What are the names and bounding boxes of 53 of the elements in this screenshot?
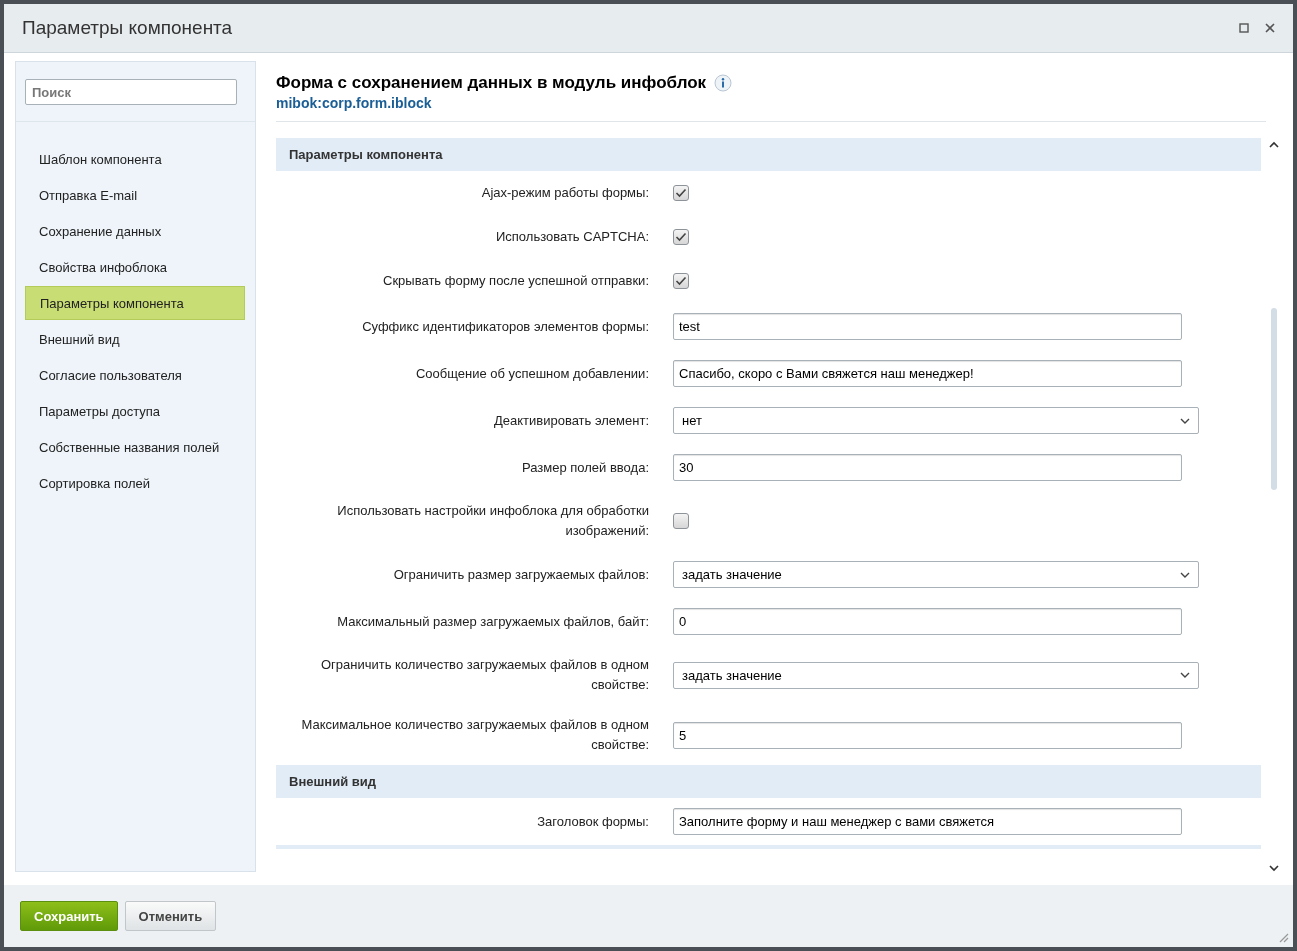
text-field[interactable]: Спасибо, скоро с Вами свяжется наш менеджер! (673, 360, 1182, 387)
sidebar-item[interactable]: Параметры компонента (25, 286, 245, 320)
checkbox[interactable] (673, 513, 689, 529)
sidebar-item[interactable]: Свойства инфоблока (25, 250, 245, 284)
text-field[interactable]: test (673, 313, 1182, 340)
component-title: Форма с сохранением данных в модуль инфоблок (276, 73, 707, 93)
field-label: Размер полей ввода: (521, 458, 649, 477)
field-label: Деактивировать элемент: (492, 411, 649, 430)
sidebar-item[interactable]: Сортировка полей (25, 466, 245, 500)
sidebar-item[interactable]: Собственные названия полей (25, 430, 245, 464)
sidebar-item[interactable]: Шаблон компонента (25, 142, 245, 176)
checkbox[interactable] (673, 185, 689, 201)
section-header: Параметры компонента (276, 138, 1261, 171)
field-label: Ограничить количество загружаемых файлов в одном свойстве: (319, 656, 649, 694)
text-field[interactable]: 5 (673, 721, 1182, 749)
chevron-down-icon (1180, 571, 1190, 578)
field-label: Ограничить размер загружаемых файлов: (392, 565, 649, 584)
dropdown[interactable]: задать значение (673, 661, 1199, 689)
field-label: Заголовок формы: (536, 812, 649, 831)
close-icon[interactable] (1265, 23, 1275, 33)
search-field[interactable]: Поиск (25, 79, 237, 105)
checkbox[interactable] (673, 273, 689, 289)
field-label: Максимальный размер загружаемых файлов, байт: (336, 612, 649, 631)
scroll-down-icon[interactable] (1269, 865, 1279, 872)
field-label: Использовать CAPTCHA: (495, 228, 649, 246)
maximize-icon[interactable] (1239, 23, 1249, 33)
field-label: Скрывать форму после успешной отправки: (382, 272, 649, 290)
field-label: Максимальное количество загружаемых файлов в одном свойстве: (300, 716, 649, 754)
dropdown[interactable]: нет (673, 407, 1199, 434)
text-field[interactable]: Заполните форму и наш менеджер с вами свяжется (673, 808, 1182, 835)
field-label: Суффикс идентификаторов элементов формы: (361, 317, 649, 336)
section-header: Внешний вид (276, 765, 1261, 798)
text-field[interactable]: 30 (673, 454, 1182, 481)
field-label: Сообщение об успешном добавлении: (414, 364, 649, 383)
sidebar-item[interactable]: Согласие пользователя (25, 358, 245, 392)
scrollbar-thumb[interactable] (1271, 308, 1277, 490)
checkbox[interactable] (673, 229, 689, 245)
scroll-up-icon[interactable] (1269, 141, 1279, 148)
field-label: Использовать настройки инфоблока для обработки изображений: (336, 502, 649, 540)
text-field[interactable]: 0 (673, 608, 1182, 635)
chevron-down-icon (1180, 417, 1190, 424)
sidebar-item[interactable]: Отправка E-mail (25, 178, 245, 212)
sidebar-item[interactable]: Внешний вид (25, 322, 245, 356)
cancel-button[interactable]: Отменить (124, 901, 217, 931)
dialog-title: Параметры компонента (22, 17, 233, 39)
sidebar-item[interactable]: Сохранение данных (25, 214, 245, 248)
dropdown[interactable]: задать значение (673, 561, 1199, 588)
info-icon[interactable] (714, 74, 733, 92)
field-label: Ajax-режим работы формы: (480, 184, 649, 202)
resize-grip-icon[interactable] (1277, 931, 1289, 943)
sidebar-item[interactable]: Параметры доступа (25, 394, 245, 428)
chevron-down-icon (1180, 672, 1190, 678)
component-code: mibok:corp.form.iblock (276, 95, 433, 111)
